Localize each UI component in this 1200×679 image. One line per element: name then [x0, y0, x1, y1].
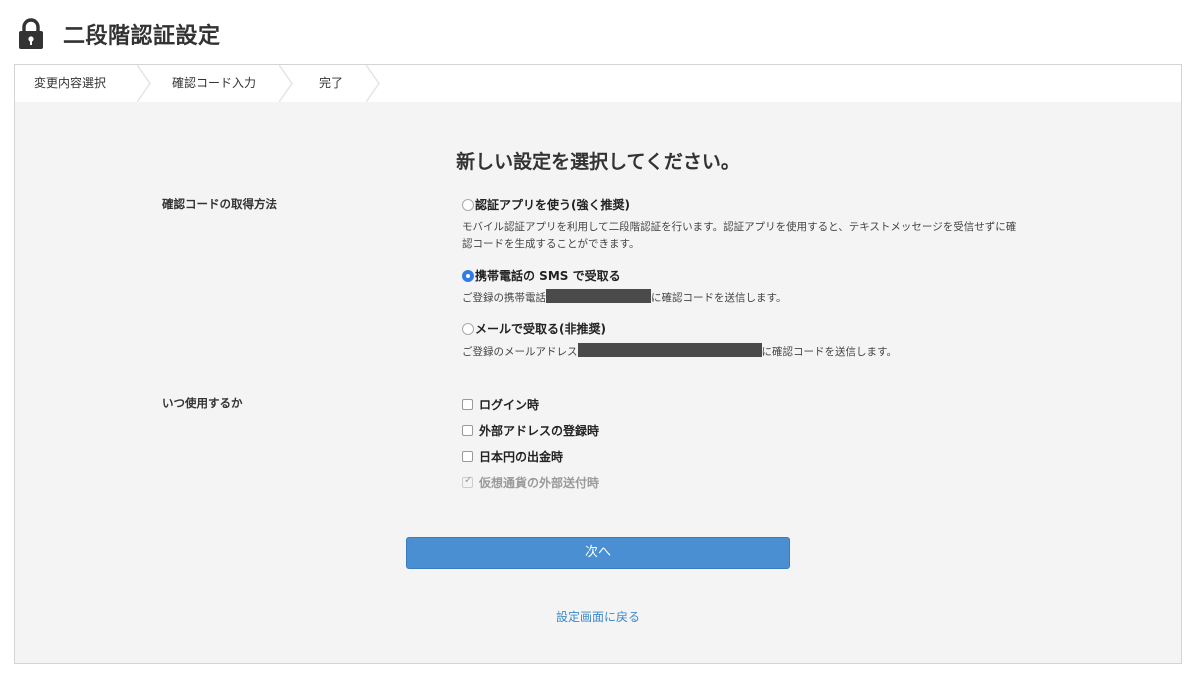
redacted-phone [546, 289, 651, 303]
option-auth-app-label: 認証アプリを使う(強く推奨) [475, 198, 630, 212]
lock-icon [18, 18, 44, 50]
section-heading: 新しい設定を選択してください。 [456, 151, 740, 173]
auth-app-desc-line1: モバイル認証アプリを利用して二段階認証を行います。認証アプリを使用すると、テキス… [462, 221, 1017, 233]
option-sms-desc: ご登録の携帯電話 に確認コードを送信します。 [462, 289, 786, 307]
auth-app-desc-line2: 認コードを生成することができます。 [462, 238, 640, 250]
step-chevron-icon [137, 65, 151, 102]
radio-sms[interactable] [462, 269, 474, 282]
usage-login-label: ログイン時 [479, 398, 540, 412]
email-desc-suffix: に確認コードを送信します。 [761, 346, 897, 358]
option-sms[interactable]: 携帯電話の SMS で受取る [462, 267, 621, 284]
step-enter-code: 確認コード入力 [172, 76, 257, 90]
email-desc-prefix: ご登録のメールアドレス [462, 346, 578, 358]
usage-jpy-withdrawal[interactable]: 日本円の出金時 [462, 448, 563, 465]
radio-auth-app[interactable] [462, 198, 474, 211]
back-to-settings-link[interactable]: 設定画面に戻る [15, 608, 1181, 625]
settings-card: 変更内容選択 確認コード入力 完了 新しい設定を選択してください。 確認コードの… [14, 64, 1182, 664]
checkbox-external-address[interactable] [462, 425, 473, 436]
method-label: 確認コードの取得方法 [162, 197, 277, 211]
next-button[interactable]: 次へ [406, 537, 790, 569]
usage-crypto-transfer: 仮想通貨の外部送付時 [462, 474, 599, 491]
sms-desc-suffix: に確認コードを送信します。 [651, 292, 787, 304]
step-chevron-icon [279, 65, 293, 102]
usage-external-address-label: 外部アドレスの登録時 [479, 424, 600, 438]
step-chevron-icon [366, 65, 380, 102]
checkbox-crypto-transfer [462, 475, 473, 488]
usage-crypto-transfer-label: 仮想通貨の外部送付時 [479, 476, 600, 490]
option-auth-app-desc: モバイル認証アプリを利用して二段階認証を行います。認証アプリを使用すると、テキス… [462, 219, 1016, 253]
usage-label: いつ使用するか [162, 396, 243, 410]
checkbox-login[interactable] [462, 399, 473, 410]
step-complete: 完了 [319, 76, 344, 90]
usage-jpy-withdrawal-label: 日本円の出金時 [479, 450, 564, 464]
redacted-email [577, 343, 762, 357]
page-header: 二段階認証設定 [18, 14, 221, 54]
progress-steps: 変更内容選択 確認コード入力 完了 [15, 65, 1181, 102]
page-title: 二段階認証設定 [63, 24, 221, 49]
usage-external-address[interactable]: 外部アドレスの登録時 [462, 422, 599, 439]
option-sms-label: 携帯電話の SMS で受取る [475, 269, 621, 283]
radio-email[interactable] [462, 322, 474, 335]
option-email-label: メールで受取る(非推奨) [475, 322, 606, 336]
option-email-desc: ご登録のメールアドレス に確認コードを送信します。 [462, 343, 897, 361]
step-select-changes: 変更内容選択 [34, 76, 107, 90]
checkbox-jpy-withdrawal[interactable] [462, 451, 473, 462]
sms-desc-prefix: ご登録の携帯電話 [462, 292, 546, 304]
usage-login[interactable]: ログイン時 [462, 396, 539, 413]
option-auth-app[interactable]: 認証アプリを使う(強く推奨) [462, 196, 630, 213]
option-email[interactable]: メールで受取る(非推奨) [462, 320, 606, 337]
